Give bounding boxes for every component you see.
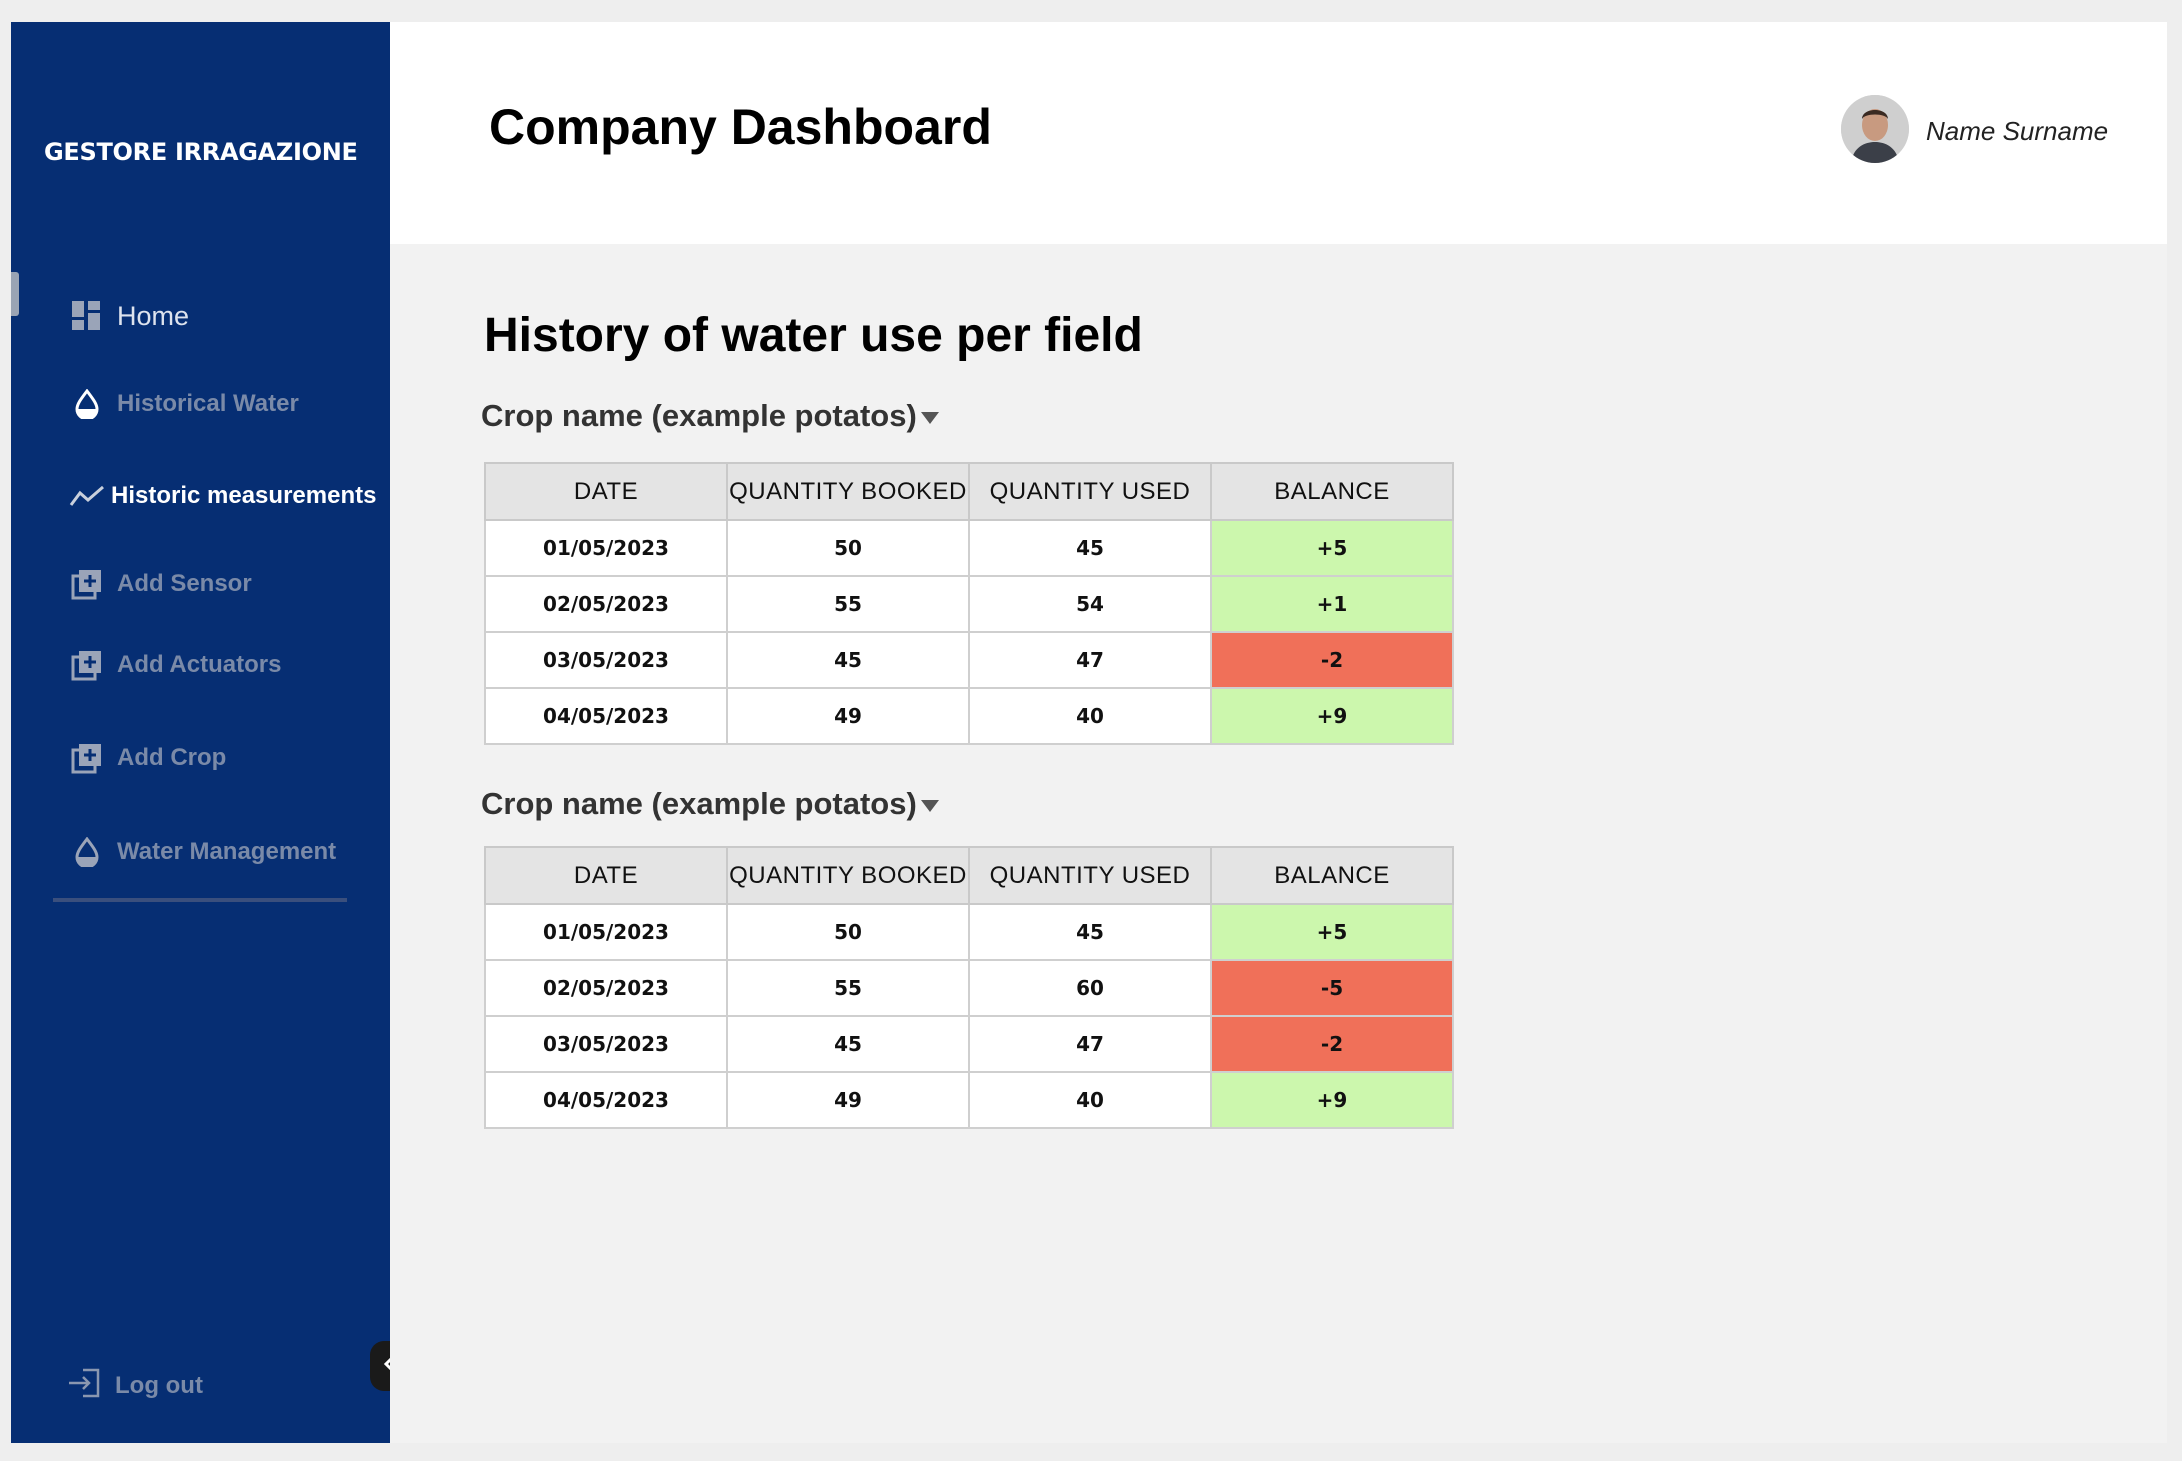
cell-booked: 50	[726, 519, 970, 577]
cell-booked: 55	[726, 959, 970, 1017]
column-header-balance: BALANCE	[1210, 462, 1454, 521]
table-row: 02/05/2023 55 60 -5	[484, 959, 1454, 1017]
cell-booked: 45	[726, 631, 970, 689]
table-row: 03/05/2023 45 47 -2	[484, 1015, 1454, 1073]
crop-select-label: Crop name (example potatos)	[481, 786, 917, 821]
active-nav-indicator	[11, 272, 19, 316]
sidebar-item-label: Historical Water	[117, 390, 299, 417]
cell-used: 40	[968, 687, 1212, 745]
sidebar-item-add-crop[interactable]: Add Crop	[67, 740, 226, 776]
header: Company Dashboard Name Surname	[390, 22, 2167, 244]
logout-icon	[67, 1368, 101, 1403]
crop-select[interactable]: Crop name (example potatos)	[481, 398, 940, 434]
table-row: 01/05/2023 50 45 +5	[484, 903, 1454, 961]
logout-label: Log out	[115, 1371, 203, 1399]
avatar[interactable]	[1841, 95, 1909, 163]
cell-used: 47	[968, 1015, 1212, 1073]
cell-used: 60	[968, 959, 1212, 1017]
sidebar-item-historical-water[interactable]: Historical Water	[67, 386, 299, 422]
crop-select-label: Crop name (example potatos)	[481, 398, 917, 433]
caret-down-icon	[920, 799, 940, 818]
table-row: 04/05/2023 49 40 +9	[484, 687, 1454, 745]
cell-booked: 45	[726, 1015, 970, 1073]
caret-down-icon	[920, 411, 940, 430]
sidebar-item-label: Water Management	[117, 838, 337, 865]
column-header-quantity-used: QUANTITY USED	[968, 462, 1212, 521]
sidebar-item-water-management[interactable]: Water Management	[67, 834, 336, 870]
water-drop-icon	[67, 834, 107, 870]
add-box-icon	[67, 647, 107, 683]
cell-balance: +9	[1210, 1071, 1454, 1129]
column-header-quantity-used: QUANTITY USED	[968, 846, 1212, 905]
water-drop-icon	[67, 386, 107, 422]
sidebar-item-label: Add Sensor	[117, 570, 252, 597]
cell-used: 45	[968, 903, 1212, 961]
cell-balance: -5	[1210, 959, 1454, 1017]
sidebar-item-label: Historic measurements	[111, 482, 377, 509]
cell-booked: 49	[726, 1071, 970, 1129]
sidebar: GESTORE IRRAGAZIONE Home Historical Wate…	[11, 22, 390, 1443]
cell-used: 47	[968, 631, 1212, 689]
table-header-row: DATE QUANTITY BOOKED QUANTITY USED BALAN…	[484, 462, 1454, 521]
cell-booked: 50	[726, 903, 970, 961]
section-title: History of water use per field	[484, 309, 1143, 362]
sidebar-item-label: Add Crop	[117, 744, 227, 771]
table-row: 03/05/2023 45 47 -2	[484, 631, 1454, 689]
sidebar-item-home[interactable]: Home	[67, 298, 189, 334]
cell-balance: +5	[1210, 903, 1454, 961]
sidebar-item-add-actuators[interactable]: Add Actuators	[67, 647, 281, 683]
cell-balance: -2	[1210, 1015, 1454, 1073]
cell-balance: +9	[1210, 687, 1454, 745]
cell-date: 04/05/2023	[484, 687, 728, 745]
column-header-quantity-booked: QUANTITY BOOKED	[726, 846, 970, 905]
water-history-table: DATE QUANTITY BOOKED QUANTITY USED BALAN…	[484, 846, 1454, 1129]
sidebar-item-historic-measurements[interactable]: Historic measurements	[67, 478, 376, 514]
column-header-balance: BALANCE	[1210, 846, 1454, 905]
water-history-table: DATE QUANTITY BOOKED QUANTITY USED BALAN…	[484, 462, 1454, 745]
trend-line-icon	[67, 478, 107, 514]
sidebar-item-label: Add Actuators	[117, 651, 282, 678]
cell-used: 45	[968, 519, 1212, 577]
page-title: Company Dashboard	[489, 99, 992, 155]
cell-balance: +1	[1210, 575, 1454, 633]
cell-date: 02/05/2023	[484, 959, 728, 1017]
cell-date: 04/05/2023	[484, 1071, 728, 1129]
user-name: Name Surname	[1926, 116, 2109, 146]
cell-balance: +5	[1210, 519, 1454, 577]
nav-divider	[53, 898, 347, 902]
sidebar-item-label: Home	[117, 300, 190, 331]
dashboard-icon	[67, 298, 107, 334]
crop-select[interactable]: Crop name (example potatos)	[481, 786, 940, 822]
main-content: History of water use per field Crop name…	[390, 244, 2167, 1443]
cell-date: 01/05/2023	[484, 519, 728, 577]
cell-date: 03/05/2023	[484, 1015, 728, 1073]
cell-balance: -2	[1210, 631, 1454, 689]
add-box-icon	[67, 740, 107, 776]
table-row: 04/05/2023 49 40 +9	[484, 1071, 1454, 1129]
table-row: 01/05/2023 50 45 +5	[484, 519, 1454, 577]
cell-date: 01/05/2023	[484, 903, 728, 961]
column-header-date: DATE	[484, 846, 728, 905]
add-box-icon	[67, 566, 107, 602]
cell-date: 02/05/2023	[484, 575, 728, 633]
cell-used: 54	[968, 575, 1212, 633]
sidebar-item-add-sensor[interactable]: Add Sensor	[67, 566, 252, 602]
cell-used: 40	[968, 1071, 1212, 1129]
cell-booked: 49	[726, 687, 970, 745]
table-row: 02/05/2023 55 54 +1	[484, 575, 1454, 633]
table-header-row: DATE QUANTITY BOOKED QUANTITY USED BALAN…	[484, 846, 1454, 905]
column-header-quantity-booked: QUANTITY BOOKED	[726, 462, 970, 521]
column-header-date: DATE	[484, 462, 728, 521]
cell-date: 03/05/2023	[484, 631, 728, 689]
cell-booked: 55	[726, 575, 970, 633]
logout-button[interactable]: Log out	[67, 1368, 203, 1403]
brand-title: GESTORE IRRAGAZIONE	[44, 138, 358, 166]
